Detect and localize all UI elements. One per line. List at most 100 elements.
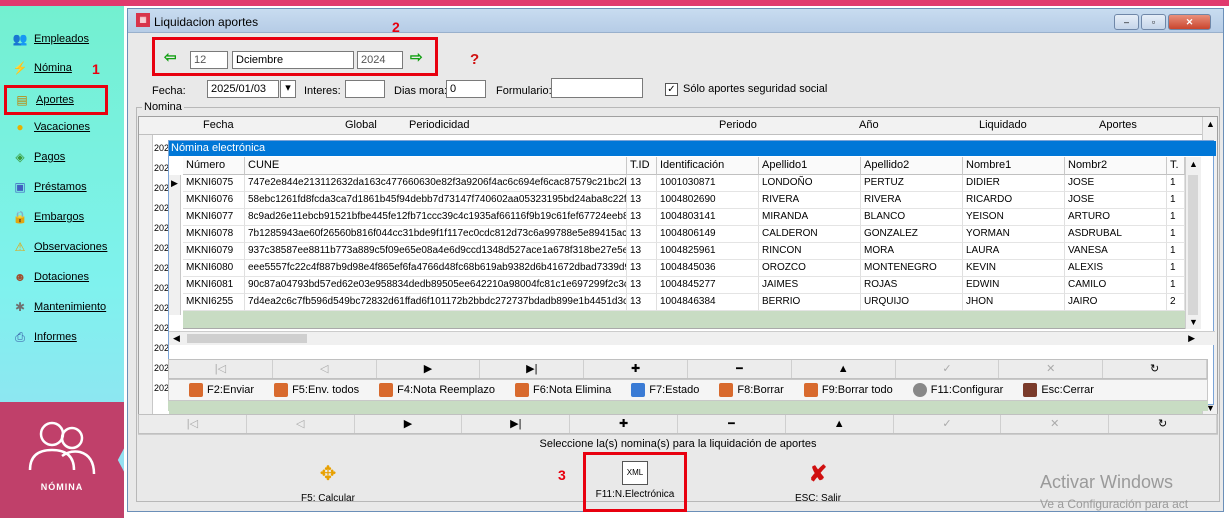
cell-nombre1[interactable]: JHON [963, 294, 1065, 311]
cell-identificacion[interactable]: 1004845277 [657, 277, 759, 294]
cell-cune[interactable]: eee5557fc22c4f887b9d98e4f865ef6fa4766d48… [245, 260, 627, 277]
fecha-dropdown-icon[interactable]: ▾ [280, 80, 296, 98]
outer-nav-edit[interactable]: ▲ [786, 415, 894, 433]
cell-cune[interactable]: 7d4ea2c6c7fb596d549bc72832d61ffad6f10117… [245, 294, 627, 311]
cell-nombr2[interactable]: ASDRUBAL [1065, 226, 1167, 243]
cell-apellido1[interactable]: OROZCO [759, 260, 861, 277]
month-number-field[interactable]: 12 [190, 51, 228, 69]
cell-apellido2[interactable]: RIVERA [861, 192, 963, 209]
cell-identificacion[interactable]: 1004802690 [657, 192, 759, 209]
cell-tid[interactable]: 13 [627, 175, 657, 192]
cell-apellido2[interactable]: PERTUZ [861, 175, 963, 192]
cell-nombr2[interactable]: JAIRO [1065, 294, 1167, 311]
col-ano[interactable]: Año [859, 119, 879, 131]
col-aportes[interactable]: Aportes [1099, 119, 1137, 131]
calcular-button[interactable]: ✥ F5: Calcular [268, 463, 388, 504]
scroll-left-icon[interactable]: ◀ [173, 333, 180, 344]
col-liquidado[interactable]: Liquidado [979, 119, 1027, 131]
cell-tid[interactable]: 13 [627, 294, 657, 311]
cell-t[interactable]: 1 [1167, 192, 1185, 209]
sidebar-item-nomina[interactable]: ⚡ Nómina [12, 57, 72, 79]
cell-tid[interactable]: 13 [627, 277, 657, 294]
cell-apellido1[interactable]: LONDOÑO [759, 175, 861, 192]
cell-tid[interactable]: 13 [627, 209, 657, 226]
cell-apellido1[interactable]: JAIMES [759, 277, 861, 294]
fecha-field[interactable]: 2025/01/03 [207, 80, 279, 98]
col-cune[interactable]: CUNE [245, 157, 627, 175]
nested-horizontal-scrollbar[interactable]: ◀ ▶ [169, 331, 1215, 345]
formulario-field[interactable] [551, 78, 643, 98]
nav-insert[interactable]: ✚ [584, 360, 688, 378]
cell-numero[interactable]: MKNI6077 [183, 209, 245, 226]
configurar-button[interactable]: F11:Configurar [912, 383, 1003, 397]
cell-numero[interactable]: MKNI6079 [183, 243, 245, 260]
enviar-button[interactable]: F2:Enviar [189, 383, 254, 397]
sidebar-item-embargos[interactable]: 🔒 Embargos [12, 206, 85, 228]
nav-next[interactable]: ▶ [377, 360, 481, 378]
outer-nav-cancel[interactable]: ✕ [1001, 415, 1110, 433]
col-nombr2[interactable]: Nombr2 [1065, 157, 1167, 175]
cell-t[interactable]: 1 [1167, 175, 1185, 192]
cell-t[interactable]: 1 [1167, 243, 1185, 260]
cell-apellido1[interactable]: RIVERA [759, 192, 861, 209]
col-apellido2[interactable]: Apellido2 [861, 157, 963, 175]
cell-cune[interactable]: 747e2e844e213112632da163c477660630e82f3a… [245, 175, 627, 192]
help-icon[interactable]: ? [470, 51, 479, 68]
col-periodicidad[interactable]: Periodicidad [409, 119, 470, 131]
maximize-button[interactable]: ▫ [1141, 14, 1166, 30]
outer-nav-post[interactable]: ✓ [894, 415, 1002, 433]
close-button[interactable]: ✕ [1168, 14, 1211, 30]
cell-apellido1[interactable]: MIRANDA [759, 209, 861, 226]
solo-aportes-checkbox[interactable]: ✓ [665, 83, 678, 96]
borrar-button[interactable]: F8:Borrar [719, 383, 784, 397]
cell-cune[interactable]: 8c9ad26e11ebcb91521bfbe445fe12fb71ccc39c… [245, 209, 627, 226]
nav-prior[interactable]: ◁ [273, 360, 377, 378]
cell-nombre1[interactable]: YORMAN [963, 226, 1065, 243]
cell-apellido2[interactable]: ROJAS [861, 277, 963, 294]
cell-identificacion[interactable]: 1004846384 [657, 294, 759, 311]
previous-period-arrow-icon[interactable]: ⇦ [164, 48, 177, 66]
col-global[interactable]: Global [345, 119, 377, 131]
col-numero[interactable]: Número [183, 157, 245, 175]
scroll-up-icon[interactable]: ▲ [1206, 119, 1215, 129]
cell-numero[interactable]: MKNI6075 [183, 175, 245, 192]
outer-nav-first[interactable]: |◁ [139, 415, 247, 433]
cell-apellido2[interactable]: MONTENEGRO [861, 260, 963, 277]
outer-nav-insert[interactable]: ✚ [570, 415, 678, 433]
cell-cune[interactable]: 7b1285943ae60f26560b816f044cc31bde9f1f11… [245, 226, 627, 243]
borrar-todo-button[interactable]: F9:Borrar todo [803, 383, 893, 397]
nav-cancel[interactable]: ✕ [999, 360, 1104, 378]
scroll-right-icon[interactable]: ▶ [1188, 333, 1195, 344]
cell-nombr2[interactable]: JOSE [1065, 175, 1167, 192]
cell-tid[interactable]: 13 [627, 260, 657, 277]
cell-t[interactable]: 1 [1167, 260, 1185, 277]
cell-identificacion[interactable]: 1001030871 [657, 175, 759, 192]
cerrar-button[interactable]: Esc:Cerrar [1023, 383, 1094, 397]
col-t[interactable]: T. [1167, 157, 1185, 175]
cell-apellido1[interactable]: RINCON [759, 243, 861, 260]
cell-nombre1[interactable]: RICARDO [963, 192, 1065, 209]
n-electronica-button[interactable]: XML F11:N.Electrónica [586, 461, 684, 500]
scroll-up-icon[interactable]: ▲ [1189, 159, 1198, 169]
cell-nombr2[interactable]: VANESA [1065, 243, 1167, 260]
col-nombre1[interactable]: Nombre1 [963, 157, 1065, 175]
outer-nav-prior[interactable]: ◁ [247, 415, 355, 433]
sidebar-item-prestamos[interactable]: ▣ Préstamos [12, 176, 86, 198]
minimize-button[interactable]: – [1114, 14, 1139, 30]
cell-nombre1[interactable]: LAURA [963, 243, 1065, 260]
next-period-arrow-icon[interactable]: ⇨ [410, 48, 423, 66]
sidebar-item-vacaciones[interactable]: ● Vacaciones [12, 116, 90, 138]
sidebar-item-pagos[interactable]: ◈ Pagos [12, 146, 65, 168]
cell-apellido1[interactable]: BERRIO [759, 294, 861, 311]
nota-reemplazo-button[interactable]: F4:Nota Reemplazo [379, 383, 495, 397]
outer-nav-refresh[interactable]: ↻ [1109, 415, 1217, 433]
cell-identificacion[interactable]: 1004803141 [657, 209, 759, 226]
outer-nav-delete[interactable]: ━ [678, 415, 786, 433]
sidebar-item-dotaciones[interactable]: ☻ Dotaciones [12, 266, 89, 288]
nav-refresh[interactable]: ↻ [1103, 360, 1207, 378]
cell-cune[interactable]: 58ebc1261fd8fcda3ca7d1861b45f94debb7d731… [245, 192, 627, 209]
cell-cune[interactable]: 937c38587ee8811b773a889c5f09e65e08a4e6d9… [245, 243, 627, 260]
enviar-todos-button[interactable]: F5:Env. todos [274, 383, 359, 397]
col-fecha[interactable]: Fecha [203, 119, 234, 131]
cell-numero[interactable]: MKNI6078 [183, 226, 245, 243]
